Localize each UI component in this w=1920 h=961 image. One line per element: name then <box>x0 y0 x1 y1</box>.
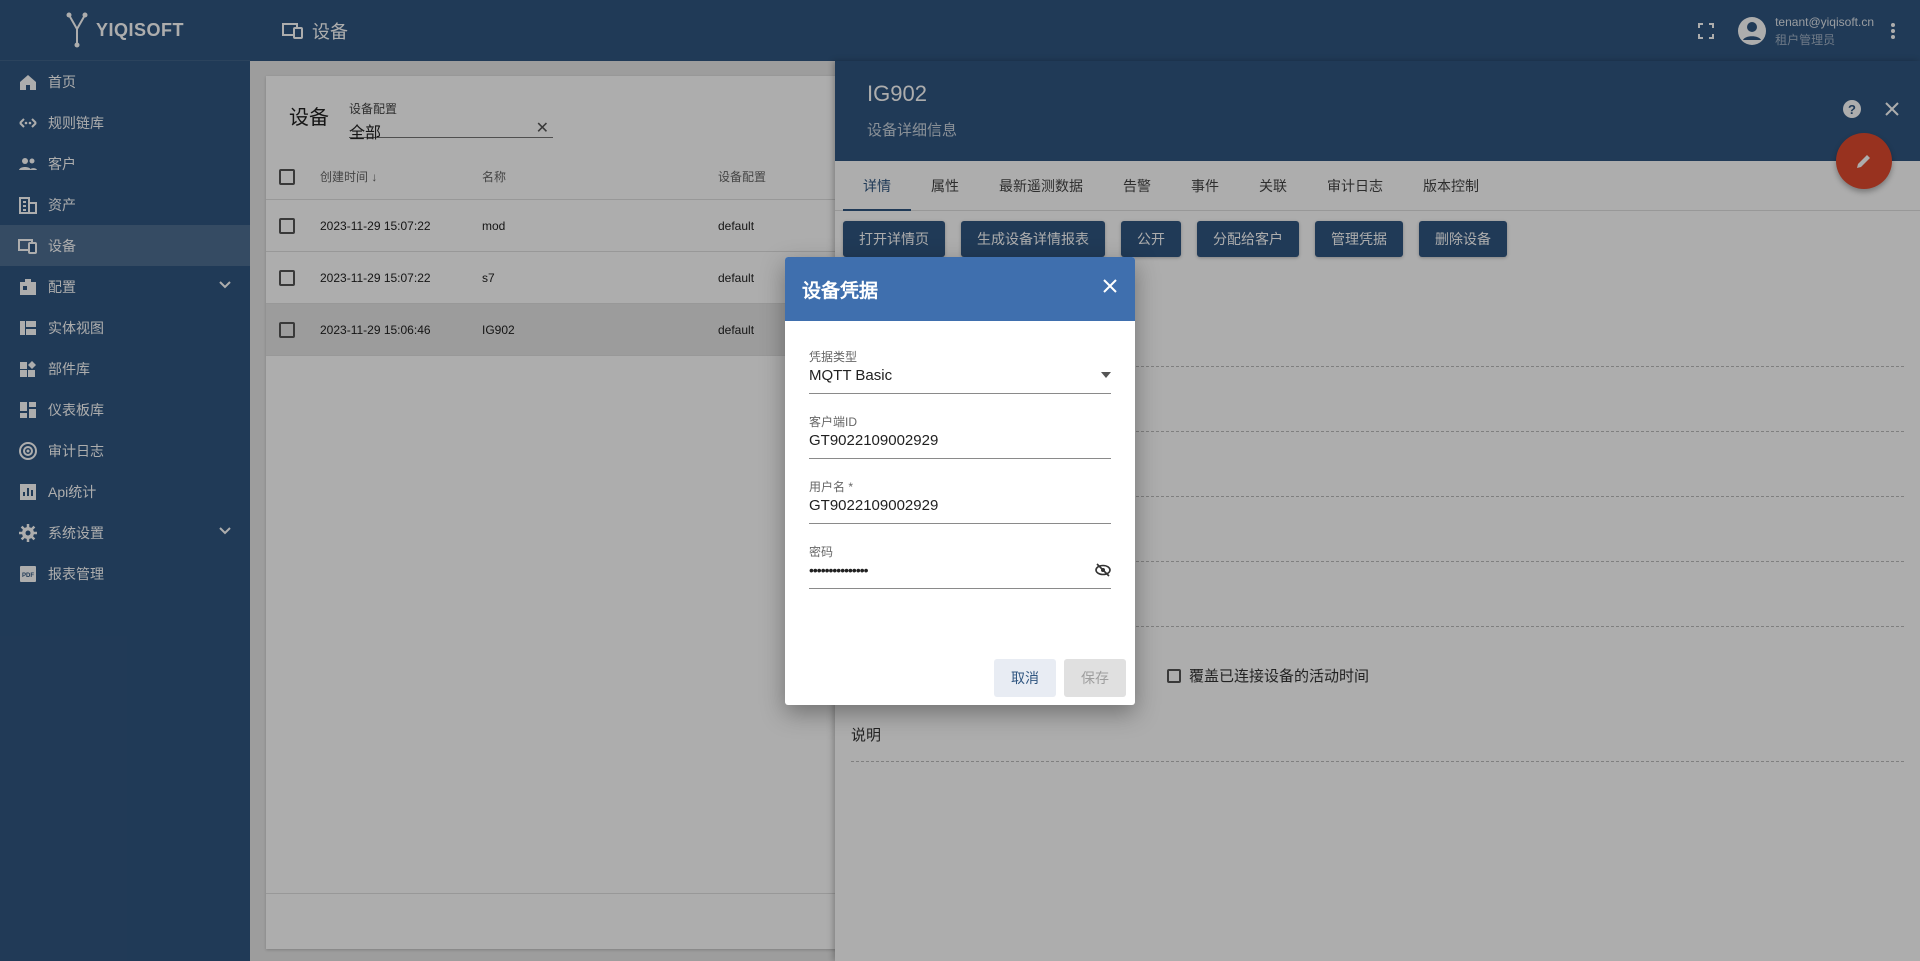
username-field[interactable]: 用户名 * GT9022109002929 <box>809 478 1111 524</box>
username-value: GT9022109002929 <box>809 497 939 514</box>
credential-type-value: MQTT Basic <box>809 367 893 384</box>
dropdown-arrow-icon <box>1101 372 1111 378</box>
save-button[interactable]: 保存 <box>1064 659 1126 697</box>
dialog-close-icon[interactable] <box>1101 277 1119 295</box>
password-field[interactable]: 密码 ••••••••••••••• <box>809 543 1111 589</box>
cancel-button[interactable]: 取消 <box>994 659 1056 697</box>
device-credentials-dialog: 设备凭据 凭据类型 MQTT Basic 客户端ID GT90221090029… <box>785 257 1135 705</box>
client-id-value: GT9022109002929 <box>809 432 939 449</box>
dialog-title: 设备凭据 <box>802 280 879 302</box>
credential-type-label: 凭据类型 <box>809 350 858 364</box>
client-id-label: 客户端ID <box>809 415 858 429</box>
visibility-off-icon[interactable] <box>1095 563 1111 577</box>
password-value: ••••••••••••••• <box>809 562 869 578</box>
username-label: 用户名 * <box>809 480 854 494</box>
credential-type-select[interactable]: 凭据类型 MQTT Basic <box>809 348 1111 394</box>
client-id-field[interactable]: 客户端ID GT9022109002929 <box>809 413 1111 459</box>
password-label: 密码 <box>809 545 834 559</box>
